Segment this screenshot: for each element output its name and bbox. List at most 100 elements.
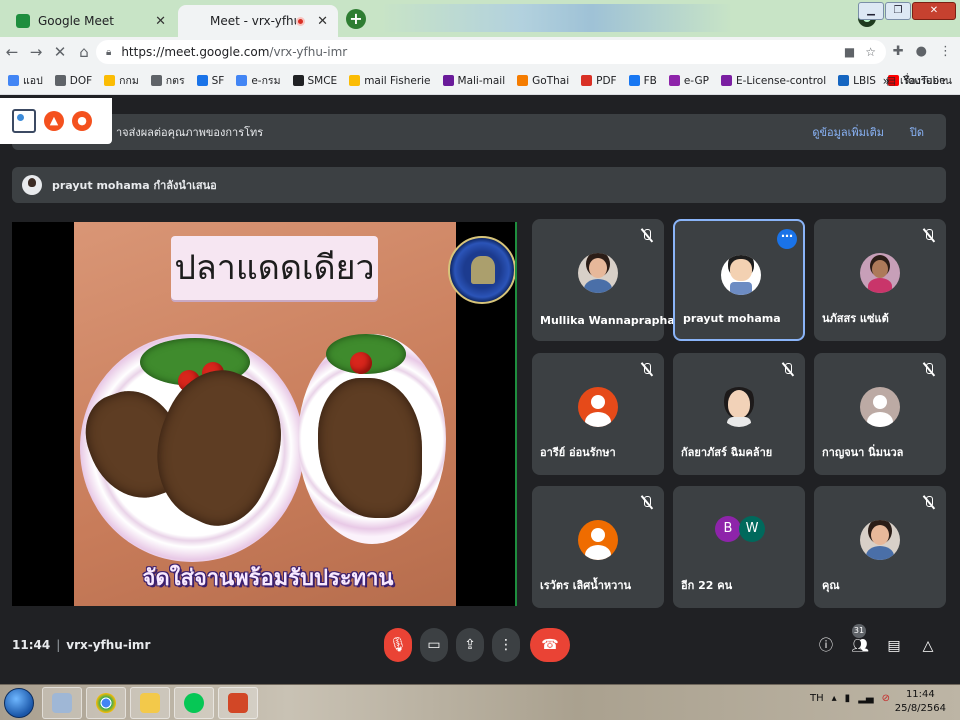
camera-in-use-icon[interactable]: ■ [844, 45, 855, 59]
participant-tile[interactable]: เรวัตร เลิศน้ำหวาน [532, 486, 664, 608]
bookmark-label: กกม [119, 75, 139, 87]
activities-button[interactable]: △ [918, 636, 938, 656]
bookmark-item[interactable]: e-กรม [236, 72, 281, 89]
bookmark-favicon-icon [54, 75, 66, 86]
participant-tile[interactable]: อารีย์ อ่อนรักษา [532, 353, 664, 475]
learn-more-link[interactable]: ดูข้อมูลเพิ่มเติม [812, 123, 884, 141]
divider: | [56, 638, 61, 652]
stop-loading-icon[interactable]: ✕ [48, 43, 72, 61]
toolbar-right: ✚ ● ⋮ [893, 44, 952, 59]
menu-icon[interactable]: ⋮ [939, 44, 952, 59]
participant-tile[interactable]: B W อีก 22 คน [673, 486, 805, 608]
start-button-icon[interactable] [4, 688, 34, 718]
mic-muted-icon [922, 363, 936, 377]
tab-google-meet[interactable]: Google Meet ✕ [6, 5, 176, 37]
bookmark-favicon-icon [581, 75, 593, 86]
tab-strip-background [380, 4, 850, 32]
extension-a-icon[interactable]: ▲ [44, 111, 64, 131]
network-icon[interactable]: ▮ [845, 693, 851, 704]
signal-icon[interactable]: ▂▄ [858, 693, 873, 704]
maximize-icon[interactable]: ❐ [885, 2, 911, 20]
bookmark-item[interactable]: กกม [104, 72, 139, 89]
info-icon: ⓘ [819, 638, 833, 654]
participant-name: prayut mohama [683, 312, 781, 325]
bookmark-item[interactable]: กตร [150, 72, 185, 89]
bookmark-label: FB [643, 74, 657, 87]
presentation-slide: ปลาแดดเดียว จัดใส่จานพร้อมรับประทาน [74, 222, 456, 606]
participant-tile[interactable]: Mullika Wannaprapha [532, 219, 675, 341]
taskbar-clock[interactable]: 11:44 25/8/2564 [895, 688, 946, 716]
close-tab-icon[interactable]: ✕ [317, 14, 328, 29]
bookmark-item[interactable]: GoThai [517, 75, 569, 87]
chat-button[interactable]: ▤ [884, 636, 904, 656]
camera-toggle-button[interactable]: ▭ [420, 628, 448, 662]
bookmark-favicon-icon [628, 75, 640, 86]
mic-muted-icon [922, 229, 936, 243]
tray-arrow-icon[interactable]: ▴ [832, 693, 837, 704]
participant-name: กาญจนา นิ่มนวล [822, 446, 904, 459]
back-icon[interactable]: ← [0, 43, 24, 61]
tab-meet-call[interactable]: Meet - vrx-yfhu-imr ✕ [178, 5, 338, 37]
tab-strip: Google Meet ✕ Meet - vrx-yfhu-imr ✕ + ▁ … [0, 0, 960, 37]
bookmark-favicon-icon [838, 75, 850, 86]
volume-muted-icon[interactable]: ⊘ [882, 693, 890, 704]
taskbar-explorer[interactable] [130, 687, 170, 719]
present-screen-button[interactable]: ⇪ [456, 628, 484, 662]
bookmark-item[interactable]: SF [196, 75, 224, 87]
bookmark-favicon-icon [236, 75, 248, 86]
taskbar-chrome[interactable] [86, 687, 126, 719]
participant-tile[interactable]: กัลยาภัสร์ ฉิมคล้าย [673, 353, 805, 475]
profile-avatar-icon[interactable]: ● [916, 44, 927, 59]
bookmark-item[interactable]: LBIS [838, 75, 876, 87]
lock-icon[interactable]: 🔒︎ [106, 47, 111, 58]
participant-tile[interactable]: นภัสสร แซ่แต้ [814, 219, 946, 341]
taskbar-powerpoint[interactable] [218, 687, 258, 719]
minimize-icon[interactable]: ▁ [858, 2, 884, 20]
bookmark-item[interactable]: FB [628, 74, 657, 87]
meeting-details: 11:44 | vrx-yfhu-imr [12, 638, 150, 652]
slide-title: ปลาแดดเดียว [171, 236, 378, 300]
presentation-stage[interactable]: ปลาแดดเดียว จัดใส่จานพร้อมรับประทาน [12, 222, 517, 606]
close-tab-icon[interactable]: ✕ [155, 14, 166, 29]
new-tab-button[interactable]: + [346, 9, 366, 29]
camera-icon: ▭ [427, 637, 441, 653]
reading-list-icon: ▤ [886, 74, 896, 87]
bookmark-star-icon[interactable]: ☆ [865, 45, 876, 59]
bookmark-item[interactable]: Mali-mail [442, 75, 505, 87]
mic-toggle-button[interactable]: 🎙︎ [384, 628, 412, 662]
participant-tile[interactable]: กาญจนา นิ่มนวล [814, 353, 946, 475]
bookmark-item[interactable]: SMCE [292, 75, 337, 87]
address-bar[interactable]: 🔒︎ https://meet.google.com/vrx-yfhu-imr … [96, 40, 886, 64]
close-window-icon[interactable]: ✕ [912, 2, 956, 20]
leave-call-button[interactable]: ☎︎ [530, 628, 570, 662]
bookmark-item[interactable]: PDF [581, 75, 617, 87]
bookmarks-bar: แอป DOF กกม กตร SF e-กรม SMCE mail Fisherie Mali… [0, 67, 960, 95]
bookmark-favicon-icon [517, 75, 529, 86]
more-options-button[interactable]: ⋮ [492, 628, 520, 662]
bookmark-item[interactable]: e-GP [668, 75, 709, 87]
bookmark-item[interactable]: mail Fisherie [349, 75, 431, 87]
extensions-icon[interactable]: ✚ [893, 44, 904, 59]
people-button[interactable]: 31 👥︎ [850, 624, 870, 656]
mic-off-icon: 🎙︎ [389, 637, 407, 653]
forward-icon[interactable]: → [24, 43, 48, 61]
extension-b-icon[interactable]: ● [72, 111, 92, 131]
more-options-icon[interactable]: ⋯ [777, 229, 797, 249]
folder-icon [140, 693, 160, 713]
taskbar-line[interactable] [174, 687, 214, 719]
reading-list-button[interactable]: ▤ เรื่องรออ่าน [886, 72, 952, 89]
bookmark-item[interactable]: DOF [54, 75, 92, 87]
meeting-info-button[interactable]: ⓘ [816, 636, 836, 656]
chrome-icon [96, 693, 116, 713]
dismiss-notice-button[interactable]: ปิด [910, 123, 924, 141]
recording-indicator-icon [296, 16, 306, 26]
participant-tile[interactable]: ⋯ prayut mohama [673, 219, 805, 341]
attendance-extension-icon[interactable] [12, 109, 36, 133]
home-icon[interactable]: ⌂ [72, 43, 96, 61]
bookmark-item[interactable]: แอป [8, 72, 43, 89]
taskbar-calculator[interactable] [42, 687, 82, 719]
input-language[interactable]: TH [810, 693, 824, 704]
participant-tile[interactable]: คุณ [814, 486, 946, 608]
participant-avatar [860, 520, 900, 560]
bookmark-item[interactable]: E-License-control [720, 75, 826, 87]
